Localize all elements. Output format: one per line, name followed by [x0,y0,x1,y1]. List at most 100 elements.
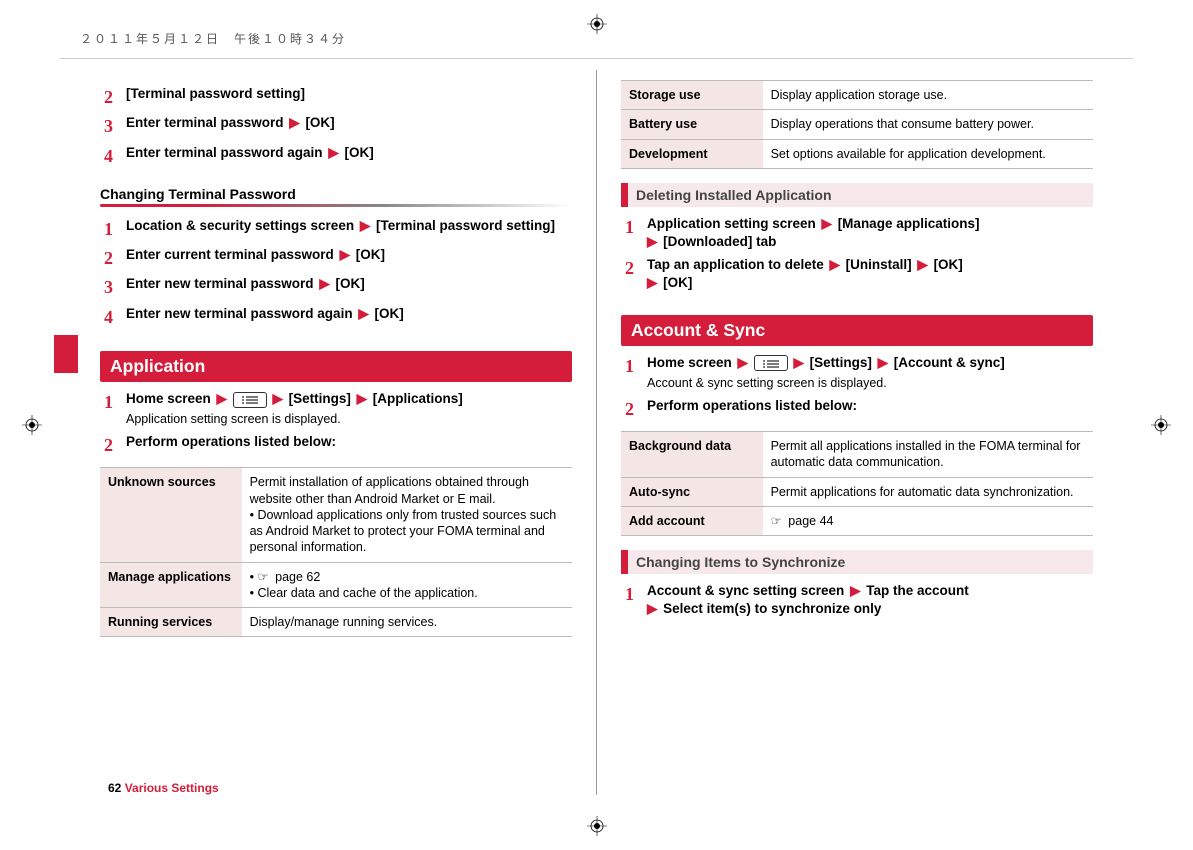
step: 4Enter new terminal password again ▶ [OK… [100,305,572,329]
step-text: [Account & sync] [890,355,1005,370]
table-value-cell: ☞ page 44 [763,506,1093,535]
step-text: Application setting screen [647,216,820,231]
arrow-icon: ▶ [360,218,370,233]
step-text: Home screen [647,355,736,370]
table-row: Battery useDisplay operations that consu… [621,110,1093,139]
arrow-icon: ▶ [217,391,227,406]
step-text [267,391,271,406]
table-key-cell: Development [621,139,763,168]
step-number: 3 [100,275,126,299]
arrow-icon: ▶ [793,355,803,370]
step-text: [Terminal password setting] [372,218,555,233]
step: 1Home screen ▶ ▶ [Settings] ▶ [Account &… [621,354,1093,392]
arrow-icon: ▶ [340,247,350,262]
step-text: Tap the account [862,583,968,598]
table-cell-text: Permit applications for automatic data s… [771,485,1074,499]
application-options-table-continued: Storage useDisplay application storage u… [621,80,1093,169]
subhead-changing-items-to-sync: Changing Items to Synchronize [621,550,1093,574]
page-footer: 62 Various Settings [108,781,219,795]
step: 1Application setting screen ▶ [Manage ap… [621,215,1093,251]
arrow-icon: ▶ [830,257,840,272]
table-value-cell: Set options available for application de… [763,139,1093,168]
table-cell-text: Set options available for application de… [771,147,1046,161]
arrow-icon: ▶ [328,145,338,160]
account-sync-options-table: Background dataPermit all applications i… [621,431,1093,536]
step-text: [OK] [352,247,385,262]
menu-key-icon [233,392,267,408]
step-number: 1 [100,390,126,428]
step-number: 4 [100,305,126,329]
step-text: [OK] [332,276,365,291]
table-value-cell: Display/manage running services. [242,608,572,637]
table-key-cell: Add account [621,506,763,535]
header-rule [60,58,1133,59]
step-number: 2 [100,85,126,109]
table-row: Unknown sourcesPermit installation of ap… [100,468,572,562]
step: 2Perform operations listed below: [621,397,1093,421]
step-body: Enter new terminal password again ▶ [OK] [126,305,404,329]
step: 1Location & security settings screen ▶ [… [100,217,572,241]
table-key-cell: Manage applications [100,562,242,608]
arrow-icon: ▶ [917,257,927,272]
step: 4Enter terminal password again ▶ [OK] [100,144,572,168]
table-key-cell: Background data [621,432,763,478]
table-row: Manage applications• ☞ page 62• Clear da… [100,562,572,608]
step-number: 2 [621,397,647,421]
table-row: Auto-sync Permit applications for automat… [621,477,1093,506]
step: 1Home screen ▶ ▶ [Settings] ▶ [Applicati… [100,390,572,428]
step-body: Enter current terminal password ▶ [OK] [126,246,385,270]
step-text: [OK] [341,145,374,160]
table-cell-text: Display/manage running services. [250,615,438,629]
step: 2Perform operations listed below: [100,433,572,457]
subhead-changing-terminal-password: Changing Terminal Password [100,186,572,202]
title-account-sync: Account & Sync [621,315,1093,346]
table-key-cell: Auto-sync [621,477,763,506]
section-name: Various Settings [121,781,218,795]
arrow-icon: ▶ [319,276,329,291]
step: 2Enter current terminal password ▶ [OK] [100,246,572,270]
step: 3Enter new terminal password ▶ [OK] [100,275,572,299]
hand-point-icon: ☞ [257,569,268,585]
hand-point-icon: ☞ [771,513,782,529]
subhead-deleting-installed-application: Deleting Installed Application [621,183,1093,207]
step-number: 2 [621,256,647,292]
step-body: Enter terminal password again ▶ [OK] [126,144,374,168]
table-row: Background dataPermit all applications i… [621,432,1093,478]
step-body: Home screen ▶ ▶ [Settings] ▶ [Account & … [647,354,1005,392]
step-body: Enter new terminal password ▶ [OK] [126,275,365,299]
table-value-cell: Permit installation of applications obta… [242,468,572,562]
registration-mark-bottom [587,816,607,836]
step-body: [Terminal password setting] [126,85,305,109]
step-body: Perform operations listed below: [647,397,857,421]
step-body: Account & sync setting screen ▶ Tap the … [647,582,969,618]
step-number: 1 [621,582,647,618]
menu-key-icon [754,355,788,371]
step-note: Application setting screen is displayed. [126,411,463,428]
table-value-cell: Permit applications for automatic data s… [763,477,1093,506]
step-body: Enter terminal password ▶ [OK] [126,114,335,138]
step-text: [OK] [930,257,963,272]
step-number: 4 [100,144,126,168]
table-key-cell: Battery use [621,110,763,139]
table-value-cell: • ☞ page 62• Clear data and cache of the… [242,562,572,608]
step: 3Enter terminal password ▶ [OK] [100,114,572,138]
step-body: Location & security settings screen ▶ [T… [126,217,555,241]
registration-mark-left [22,415,42,435]
step: 1Account & sync setting screen ▶ Tap the… [621,582,1093,618]
arrow-icon: ▶ [358,306,368,321]
arrow-icon: ▶ [357,391,367,406]
step: 2[Terminal password setting] [100,85,572,109]
application-options-table: Unknown sourcesPermit installation of ap… [100,467,572,637]
step-text: Enter terminal password again [126,145,326,160]
table-value-cell: Permit all applications installed in the… [763,432,1093,478]
step-body: Home screen ▶ ▶ [Settings] ▶ [Applicatio… [126,390,463,428]
arrow-icon: ▶ [738,355,748,370]
table-cell-text: ☞ page 44 [771,514,834,528]
step-number: 1 [100,217,126,241]
step-number: 1 [621,215,647,251]
arrow-icon: ▶ [850,583,860,598]
step-text: Home screen [126,391,215,406]
table-value-cell: Display application storage use. [763,81,1093,110]
arrow-icon: ▶ [878,355,888,370]
step-body: Perform operations listed below: [126,433,336,457]
